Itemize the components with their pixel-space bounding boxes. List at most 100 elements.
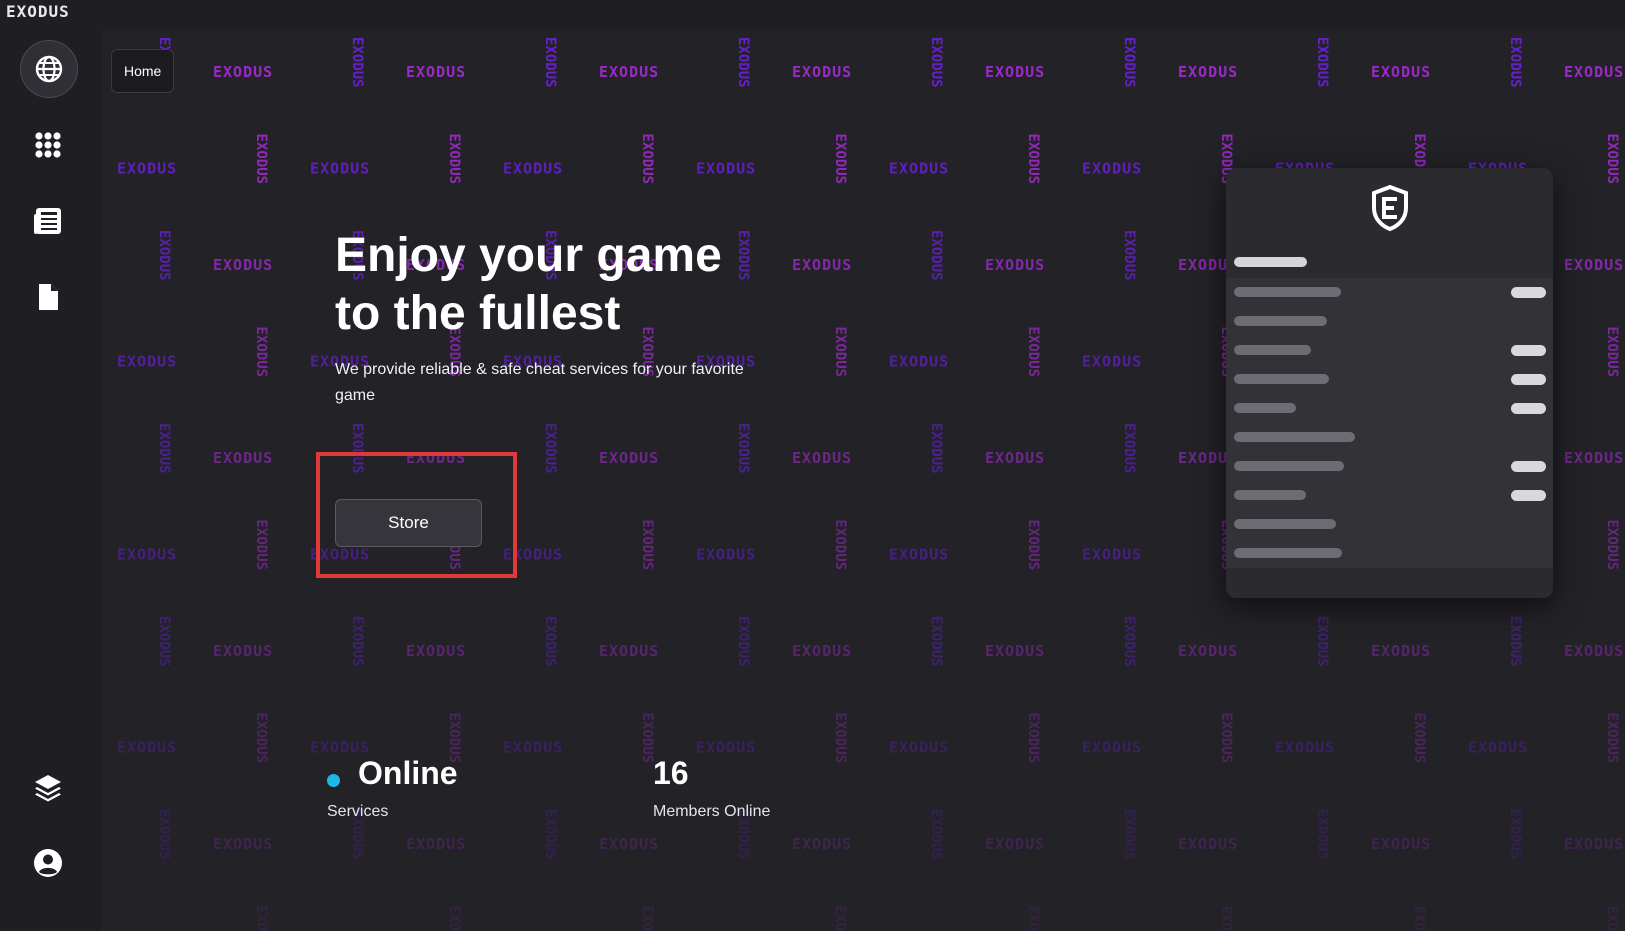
svg-text:EXODUS: EXODUS [1604,520,1620,571]
panel-option-list [1226,278,1553,568]
svg-text:EXODUS: EXODUS [406,642,466,660]
svg-text:EXODUS: EXODUS [832,906,848,931]
globe-icon [35,55,63,83]
svg-text:EXODUS: EXODUS [1604,713,1620,764]
panel-option-bar [1234,403,1296,413]
panel-option-toggle [1511,403,1546,414]
svg-text:EXODUS: EXODUS [406,63,466,81]
brand-logo[interactable]: EXODUS [6,2,70,21]
svg-text:EXODUS: EXODUS [639,520,655,571]
svg-text:EXODUS: EXODUS [1275,739,1335,757]
store-button[interactable]: Store [335,499,482,547]
panel-option-toggle [1511,287,1546,298]
svg-text:EXODUS: EXODUS [1121,616,1137,667]
svg-text:EXODUS: EXODUS [253,327,269,378]
svg-text:EXODUS: EXODUS [503,160,563,178]
panel-option-toggle [1511,461,1546,472]
svg-text:EXODUS: EXODUS [1314,37,1330,88]
svg-text:EXODUS: EXODUS [792,449,852,467]
svg-text:EXODUS: EXODUS [1411,906,1427,931]
cheat-menu-preview [1226,168,1553,598]
svg-text:EXODUS: EXODUS [117,160,177,178]
svg-text:EXODUS: EXODUS [832,713,848,764]
svg-text:EXODUS: EXODUS [599,63,659,81]
svg-text:EXODUS: EXODUS [792,63,852,81]
sidebar-item-apps[interactable] [20,117,76,173]
svg-text:EXODUS: EXODUS [542,423,558,474]
svg-text:EXODUS: EXODUS [599,835,659,853]
svg-text:EXODUS: EXODUS [503,739,563,757]
panel-option-bar [1234,432,1355,442]
panel-option-bar [1234,374,1329,384]
svg-text:EXODUS: EXODUS [1082,739,1142,757]
svg-text:EXODUS: EXODUS [1121,423,1137,474]
svg-text:EXODUS: EXODUS [117,546,177,564]
svg-text:EXODUS: EXODUS [446,906,462,931]
svg-text:EXODUS: EXODUS [253,134,269,185]
members-online-label: Members Online [653,803,771,820]
svg-text:EXODUS: EXODUS [735,37,751,88]
svg-text:EXODUS: EXODUS [1218,713,1234,764]
svg-text:EXODUS: EXODUS [253,906,269,931]
svg-text:EXODUS: EXODUS [1121,37,1137,88]
svg-text:EXODUS: EXODUS [156,423,172,474]
svg-text:EXODUS: EXODUS [1411,713,1427,764]
panel-option-toggle [1511,345,1546,356]
breadcrumb-home[interactable]: Home [111,49,175,93]
svg-text:EXODUS: EXODUS [213,256,273,274]
svg-text:EXODUS: EXODUS [1314,809,1330,860]
svg-text:EXODUS: EXODUS [542,37,558,88]
svg-text:EXODUS: EXODUS [1507,809,1523,860]
members-online-count: 16 [653,755,689,791]
svg-text:EXODUS: EXODUS [1121,230,1137,281]
svg-text:EXODUS: EXODUS [985,449,1045,467]
svg-text:EXODUS: EXODUS [1564,642,1624,660]
sidebar-item-globe[interactable] [20,40,78,98]
svg-text:EXODUS: EXODUS [985,835,1045,853]
svg-text:EXODUS: EXODUS [117,353,177,371]
svg-text:EXODUS: EXODUS [253,520,269,571]
svg-text:EXODUS: EXODUS [928,230,944,281]
svg-text:EXODUS: EXODUS [213,63,273,81]
hero-title: Enjoy your game to the fullest [335,227,835,343]
svg-text:EXODUS: EXODUS [928,809,944,860]
main-content: EXODUS EXODUS EXODUS EXODUS EXODUS EXODUS EXOD… [101,31,1625,931]
svg-text:EXODUS: EXODUS [156,230,172,281]
svg-text:EXODUS: EXODUS [349,37,365,88]
svg-text:EXODUS: EXODUS [1178,642,1238,660]
svg-text:EXODUS: EXODUS [696,160,756,178]
svg-text:EXODUS: EXODUS [1082,353,1142,371]
svg-text:EXODUS: EXODUS [928,37,944,88]
svg-text:EXODUS: EXODUS [117,739,177,757]
svg-text:EXODUS: EXODUS [599,642,659,660]
svg-text:EXODUS: EXODUS [1604,327,1620,378]
svg-text:EXODUS: EXODUS [406,835,466,853]
svg-text:EXODUS: EXODUS [542,616,558,667]
panel-option-toggle [1511,490,1546,501]
svg-text:EXODUS: EXODUS [446,134,462,185]
svg-text:EXODUS: EXODUS [696,546,756,564]
document-icon [39,284,58,310]
svg-text:EXODUS: EXODUS [928,616,944,667]
sidebar-item-docs[interactable] [20,269,76,325]
svg-text:EXODUS: EXODUS [213,449,273,467]
svg-text:EXODUS: EXODUS [1564,835,1624,853]
sidebar-item-news[interactable] [20,193,76,249]
panel-option-toggle [1511,374,1546,385]
svg-text:EXODUS: EXODUS [213,642,273,660]
status-dot [327,774,340,787]
svg-text:EXODUS: EXODUS [985,642,1045,660]
sidebar-item-layers[interactable] [20,760,76,816]
svg-text:EXODUS: EXODUS [1371,835,1431,853]
svg-text:EXODUS: EXODUS [1371,642,1431,660]
top-bar: EXODUS [0,0,1625,32]
panel-option-bar [1234,287,1341,297]
svg-text:EXODUS: EXODUS [1218,906,1234,931]
svg-text:EXODUS: EXODUS [735,423,751,474]
svg-text:EXODUS: EXODUS [1468,739,1528,757]
svg-text:EXODUS: EXODUS [889,353,949,371]
svg-text:EXODUS: EXODUS [1178,835,1238,853]
svg-text:EXODUS: EXODUS [1604,134,1620,185]
svg-text:EXODUS: EXODUS [1564,449,1624,467]
sidebar-item-account[interactable] [20,835,76,891]
